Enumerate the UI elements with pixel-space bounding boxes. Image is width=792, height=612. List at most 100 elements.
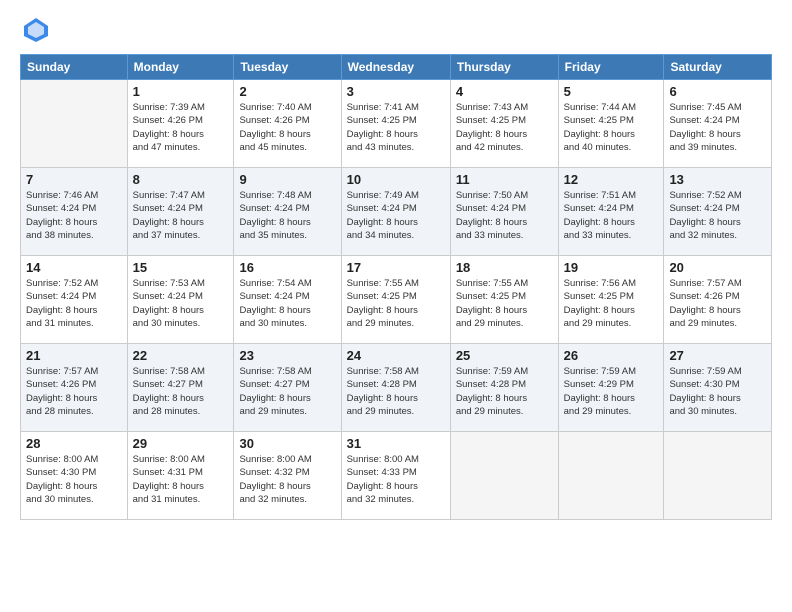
day-info: Sunrise: 7:52 AM Sunset: 4:24 PM Dayligh… (669, 189, 766, 242)
day-info: Sunrise: 7:39 AM Sunset: 4:26 PM Dayligh… (133, 101, 229, 154)
day-number: 10 (347, 172, 445, 187)
calendar-cell: 14Sunrise: 7:52 AM Sunset: 4:24 PM Dayli… (21, 256, 128, 344)
day-info: Sunrise: 7:53 AM Sunset: 4:24 PM Dayligh… (133, 277, 229, 330)
day-number: 20 (669, 260, 766, 275)
calendar-cell: 22 Sunrise: 7:58 AM Sunset: 4:27 PM Dayli… (127, 344, 234, 432)
day-number: 4 (456, 84, 553, 99)
day-info: Sunrise: 7:59 AM Sunset: 4:30 PM Dayligh… (669, 365, 766, 418)
calendar-cell: 1 Sunrise: 7:39 AM Sunset: 4:26 PM Daylig… (127, 80, 234, 168)
day-number: 15 (133, 260, 229, 275)
calendar-cell: 5 Sunrise: 7:44 AM Sunset: 4:25 PM Daylig… (558, 80, 664, 168)
day-number: 26 (564, 348, 659, 363)
week-row-1: 1 Sunrise: 7:39 AM Sunset: 4:26 PM Daylig… (21, 80, 772, 168)
day-number: 5 (564, 84, 659, 99)
day-info: Sunrise: 7:55 AM Sunset: 4:25 PM Dayligh… (456, 277, 553, 330)
day-info: Sunrise: 7:48 AM Sunset: 4:24 PM Dayligh… (239, 189, 335, 242)
calendar-cell: 16 Sunrise: 7:54 AM Sunset: 4:24 PM Dayli… (234, 256, 341, 344)
day-info: Sunrise: 7:54 AM Sunset: 4:24 PM Dayligh… (239, 277, 335, 330)
day-info: Sunrise: 7:40 AM Sunset: 4:26 PM Dayligh… (239, 101, 335, 154)
day-info: Sunrise: 7:59 AM Sunset: 4:28 PM Dayligh… (456, 365, 553, 418)
calendar-cell: 24 Sunrise: 7:58 AM Sunset: 4:28 PM Dayli… (341, 344, 450, 432)
day-info: Sunrise: 7:58 AM Sunset: 4:27 PM Dayligh… (239, 365, 335, 418)
week-row-5: 28 Sunrise: 8:00 AM Sunset: 4:30 PM Dayli… (21, 432, 772, 520)
day-info: Sunrise: 8:00 AM Sunset: 4:30 PM Dayligh… (26, 453, 122, 506)
calendar-cell: 26 Sunrise: 7:59 AM Sunset: 4:29 PM Dayli… (558, 344, 664, 432)
day-info: Sunrise: 7:58 AM Sunset: 4:27 PM Dayligh… (133, 365, 229, 418)
day-number: 6 (669, 84, 766, 99)
day-info: Sunrise: 7:44 AM Sunset: 4:25 PM Dayligh… (564, 101, 659, 154)
weekday-header-saturday: Saturday (664, 55, 772, 80)
calendar-cell: 28 Sunrise: 8:00 AM Sunset: 4:30 PM Dayli… (21, 432, 128, 520)
day-number: 19 (564, 260, 659, 275)
day-info: Sunrise: 7:45 AM Sunset: 4:24 PM Dayligh… (669, 101, 766, 154)
week-row-4: 21 Sunrise: 7:57 AM Sunset: 4:26 PM Dayli… (21, 344, 772, 432)
day-info: Sunrise: 7:47 AM Sunset: 4:24 PM Dayligh… (133, 189, 229, 242)
page: SundayMondayTuesdayWednesdayThursdayFrid… (0, 0, 792, 612)
week-row-2: 7 Sunrise: 7:46 AM Sunset: 4:24 PM Daylig… (21, 168, 772, 256)
day-number: 3 (347, 84, 445, 99)
header (20, 16, 772, 44)
day-number: 8 (133, 172, 229, 187)
day-number: 11 (456, 172, 553, 187)
day-info: Sunrise: 8:00 AM Sunset: 4:31 PM Dayligh… (133, 453, 229, 506)
weekday-header-row: SundayMondayTuesdayWednesdayThursdayFrid… (21, 55, 772, 80)
weekday-header-tuesday: Tuesday (234, 55, 341, 80)
day-number: 12 (564, 172, 659, 187)
calendar-cell: 8 Sunrise: 7:47 AM Sunset: 4:24 PM Daylig… (127, 168, 234, 256)
day-info: Sunrise: 7:52 AM Sunset: 4:24 PM Dayligh… (26, 277, 122, 330)
day-info: Sunrise: 7:55 AM Sunset: 4:25 PM Dayligh… (347, 277, 445, 330)
day-number: 18 (456, 260, 553, 275)
day-info: Sunrise: 7:46 AM Sunset: 4:24 PM Dayligh… (26, 189, 122, 242)
day-number: 16 (239, 260, 335, 275)
day-info: Sunrise: 7:49 AM Sunset: 4:24 PM Dayligh… (347, 189, 445, 242)
day-number: 1 (133, 84, 229, 99)
day-number: 31 (347, 436, 445, 451)
day-number: 17 (347, 260, 445, 275)
day-number: 30 (239, 436, 335, 451)
calendar-cell: 30Sunrise: 8:00 AM Sunset: 4:32 PM Dayli… (234, 432, 341, 520)
calendar-cell: 9 Sunrise: 7:48 AM Sunset: 4:24 PM Daylig… (234, 168, 341, 256)
day-number: 7 (26, 172, 122, 187)
calendar-cell (450, 432, 558, 520)
day-number: 13 (669, 172, 766, 187)
calendar-cell: 3 Sunrise: 7:41 AM Sunset: 4:25 PM Daylig… (341, 80, 450, 168)
calendar-cell: 19Sunrise: 7:56 AM Sunset: 4:25 PM Dayli… (558, 256, 664, 344)
logo-icon (22, 16, 50, 44)
calendar-cell: 4 Sunrise: 7:43 AM Sunset: 4:25 PM Daylig… (450, 80, 558, 168)
weekday-header-thursday: Thursday (450, 55, 558, 80)
day-info: Sunrise: 7:41 AM Sunset: 4:25 PM Dayligh… (347, 101, 445, 154)
calendar-cell: 11 Sunrise: 7:50 AM Sunset: 4:24 PM Dayli… (450, 168, 558, 256)
weekday-header-sunday: Sunday (21, 55, 128, 80)
day-info: Sunrise: 7:57 AM Sunset: 4:26 PM Dayligh… (26, 365, 122, 418)
calendar-cell: 17 Sunrise: 7:55 AM Sunset: 4:25 PM Dayli… (341, 256, 450, 344)
calendar-cell (664, 432, 772, 520)
calendar-cell: 13 Sunrise: 7:52 AM Sunset: 4:24 PM Dayli… (664, 168, 772, 256)
day-number: 21 (26, 348, 122, 363)
day-info: Sunrise: 7:43 AM Sunset: 4:25 PM Dayligh… (456, 101, 553, 154)
week-row-3: 14Sunrise: 7:52 AM Sunset: 4:24 PM Dayli… (21, 256, 772, 344)
day-number: 27 (669, 348, 766, 363)
calendar-cell: 18 Sunrise: 7:55 AM Sunset: 4:25 PM Dayli… (450, 256, 558, 344)
day-number: 28 (26, 436, 122, 451)
calendar-cell: 20 Sunrise: 7:57 AM Sunset: 4:26 PM Dayli… (664, 256, 772, 344)
day-info: Sunrise: 7:51 AM Sunset: 4:24 PM Dayligh… (564, 189, 659, 242)
calendar-cell: 10 Sunrise: 7:49 AM Sunset: 4:24 PM Dayli… (341, 168, 450, 256)
calendar-cell: 23 Sunrise: 7:58 AM Sunset: 4:27 PM Dayli… (234, 344, 341, 432)
calendar-cell: 27 Sunrise: 7:59 AM Sunset: 4:30 PM Dayli… (664, 344, 772, 432)
day-info: Sunrise: 7:59 AM Sunset: 4:29 PM Dayligh… (564, 365, 659, 418)
day-number: 22 (133, 348, 229, 363)
day-number: 9 (239, 172, 335, 187)
day-number: 25 (456, 348, 553, 363)
day-number: 29 (133, 436, 229, 451)
calendar-cell: 31 Sunrise: 8:00 AM Sunset: 4:33 PM Dayli… (341, 432, 450, 520)
day-number: 23 (239, 348, 335, 363)
logo (20, 16, 50, 44)
day-info: Sunrise: 7:57 AM Sunset: 4:26 PM Dayligh… (669, 277, 766, 330)
day-number: 24 (347, 348, 445, 363)
calendar-cell: 15 Sunrise: 7:53 AM Sunset: 4:24 PM Dayli… (127, 256, 234, 344)
day-info: Sunrise: 8:00 AM Sunset: 4:33 PM Dayligh… (347, 453, 445, 506)
day-info: Sunrise: 7:50 AM Sunset: 4:24 PM Dayligh… (456, 189, 553, 242)
calendar-cell: 12 Sunrise: 7:51 AM Sunset: 4:24 PM Dayli… (558, 168, 664, 256)
calendar-cell: 7 Sunrise: 7:46 AM Sunset: 4:24 PM Daylig… (21, 168, 128, 256)
day-info: Sunrise: 7:58 AM Sunset: 4:28 PM Dayligh… (347, 365, 445, 418)
